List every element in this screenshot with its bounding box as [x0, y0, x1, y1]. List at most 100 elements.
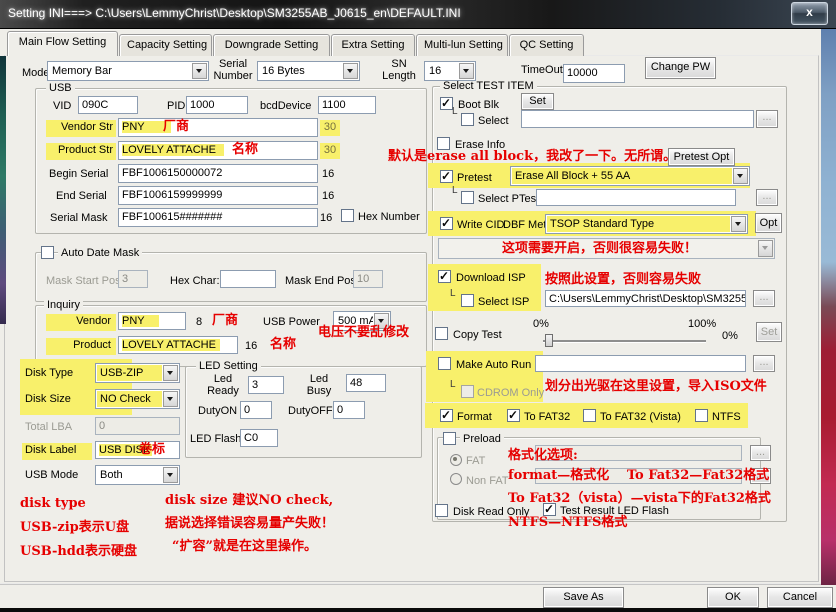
fat-radio[interactable]	[450, 454, 462, 466]
disk-type-select[interactable]: USB-ZIP	[95, 363, 180, 383]
write-cid-checkbox[interactable]	[440, 217, 453, 230]
boot-blk-select-checkbox[interactable]	[461, 113, 474, 126]
product-str-input[interactable]: LOVELY ATTACHE	[118, 141, 318, 160]
settings-dialog: Setting INI===> C:\Users\LemmyChrist\Des…	[0, 0, 836, 612]
select-ptest-input[interactable]	[536, 189, 736, 206]
led-busy-input[interactable]: 48	[346, 374, 386, 392]
tab-extra-setting[interactable]: Extra Setting	[331, 34, 415, 56]
boot-blk-set-button[interactable]: Set	[521, 93, 554, 110]
download-isp-checkbox[interactable]	[438, 270, 451, 283]
non-fat-radio[interactable]	[450, 473, 462, 485]
cdrom-only-checkbox[interactable]	[461, 385, 474, 398]
bcddevice-input[interactable]: 1100	[318, 96, 376, 114]
chevron-down-icon[interactable]	[731, 216, 746, 232]
usb-power-annotation: 电压不要乱修改	[318, 325, 409, 340]
note-usb-hdd: USB-hdd表示硬盘	[20, 544, 137, 559]
opt-button[interactable]: Opt	[755, 213, 782, 233]
auto-date-mask-checkbox[interactable]	[41, 246, 54, 259]
copy-test-slider-track[interactable]	[543, 340, 706, 342]
disk-size-select[interactable]: NO Check	[95, 389, 180, 409]
chevron-down-icon[interactable]	[459, 63, 474, 79]
select-ptest-browse-button[interactable]: ...	[756, 189, 778, 206]
pretest-opt-button[interactable]: Pretest Opt	[668, 148, 735, 166]
change-pw-button[interactable]: Change PW	[645, 57, 716, 79]
format-checkbox[interactable]	[440, 409, 453, 422]
pretest-checkbox[interactable]	[440, 170, 453, 183]
serial-number-select[interactable]: 16 Bytes	[257, 61, 360, 81]
preload-browse-button-1[interactable]: ...	[750, 445, 771, 461]
ok-button[interactable]: OK	[707, 587, 759, 608]
timeout-input[interactable]: 10000	[563, 64, 625, 83]
select-isp-checkbox[interactable]	[461, 294, 474, 307]
chevron-down-icon[interactable]	[733, 168, 748, 184]
hex-char-input[interactable]	[220, 270, 276, 288]
tab-downgrade-setting[interactable]: Downgrade Setting	[213, 34, 330, 56]
inquiry-vendor-input[interactable]: PNY	[118, 312, 186, 330]
chevron-down-icon[interactable]	[343, 63, 358, 79]
cancel-button[interactable]: Cancel	[767, 587, 833, 608]
to-fat32-checkbox[interactable]	[507, 409, 520, 422]
chevron-down-icon[interactable]	[758, 240, 773, 257]
close-button[interactable]: x	[791, 2, 828, 25]
usb-mode-select[interactable]: Both	[95, 465, 180, 485]
disk-read-only-checkbox[interactable]	[435, 504, 448, 517]
hex-number-checkbox[interactable]	[341, 209, 354, 222]
download-isp-label: Download ISP	[456, 271, 526, 285]
led-ready-input[interactable]: 3	[248, 376, 284, 394]
usb-group-legend: USB	[46, 82, 75, 95]
make-auto-run-input[interactable]	[535, 355, 746, 372]
vid-input[interactable]: 090C	[78, 96, 138, 114]
tab-multi-lun-setting[interactable]: Multi-lun Setting	[416, 34, 508, 56]
make-auto-run-browse-button[interactable]: ...	[753, 355, 775, 372]
chevron-down-icon[interactable]	[163, 365, 178, 381]
select-isp-input[interactable]: C:\Users\LemmyChrist\Desktop\SM3255A	[545, 290, 746, 307]
dutyon-input[interactable]: 0	[240, 401, 272, 419]
make-auto-run-checkbox[interactable]	[438, 357, 451, 370]
boot-blk-browse-button[interactable]: ...	[756, 110, 778, 128]
ntfs-checkbox[interactable]	[695, 409, 708, 422]
boot-blk-select-label: Select	[478, 114, 509, 128]
make-auto-run-label: Make Auto Run	[456, 358, 531, 372]
tab-main-flow-setting[interactable]: Main Flow Setting	[7, 31, 118, 56]
tab-capacity-setting[interactable]: Capacity Setting	[119, 34, 212, 56]
select-ptest-checkbox[interactable]	[461, 191, 474, 204]
desktop-wallpaper-left	[0, 56, 6, 324]
mask-start-pos-label: Mask Start Pos:	[46, 274, 124, 288]
pretest-label: Pretest	[457, 171, 492, 185]
note-usb-zip: USB-zip表示U盘	[20, 520, 129, 535]
led-setting-legend: LED Setting	[196, 360, 261, 373]
serial-number-label: SerialNumber	[211, 58, 255, 82]
dbf-method-select[interactable]: TSOP Standard Type	[545, 214, 748, 234]
disk-label-input[interactable]: USB DISK	[95, 441, 180, 459]
preload-checkbox[interactable]	[443, 432, 456, 445]
vendor-str-input[interactable]: PNY	[118, 118, 318, 137]
copy-test-slider-thumb[interactable]	[545, 334, 553, 347]
mode-select[interactable]: Memory Bar	[47, 61, 209, 81]
total-lba-input[interactable]: 0	[95, 417, 180, 435]
cid-info-select[interactable]: 这项需要开启，否则很容易失败！	[438, 238, 775, 259]
pretest-select[interactable]: Erase All Block + 55 AA	[510, 166, 750, 186]
sn-length-select[interactable]: 16	[424, 61, 476, 81]
to-fat32-vista-checkbox[interactable]	[583, 409, 596, 422]
autorun-annotation: 划分出光驱在这里设置，导入ISO文件	[545, 379, 767, 394]
dutyoff-input[interactable]: 0	[333, 401, 365, 419]
boot-blk-select-input[interactable]	[521, 110, 754, 128]
begin-serial-input[interactable]: FBF1006150000072	[118, 164, 318, 183]
chevron-down-icon[interactable]	[163, 391, 178, 407]
save-as-button[interactable]: Save As	[543, 587, 624, 608]
end-serial-input[interactable]: FBF1006159999999	[118, 186, 318, 205]
tab-qc-setting[interactable]: QC Setting	[509, 34, 584, 56]
copy-test-set-button[interactable]: Set	[756, 322, 782, 342]
select-isp-browse-button[interactable]: ...	[753, 290, 775, 307]
preload-label: Preload	[460, 432, 504, 446]
inquiry-product-input[interactable]: LOVELY ATTACHE	[118, 336, 238, 354]
copy-test-checkbox[interactable]	[435, 327, 448, 340]
mask-end-pos-input[interactable]: 10	[353, 270, 383, 288]
mask-start-pos-input[interactable]: 3	[118, 270, 148, 288]
serial-mask-label: Serial Mask	[50, 211, 107, 225]
chevron-down-icon[interactable]	[192, 63, 207, 79]
chevron-down-icon[interactable]	[163, 467, 178, 483]
pid-input[interactable]: 1000	[186, 96, 248, 114]
serial-mask-input[interactable]: FBF100615#######	[118, 208, 318, 227]
led-flash-input[interactable]: C0	[240, 429, 278, 447]
